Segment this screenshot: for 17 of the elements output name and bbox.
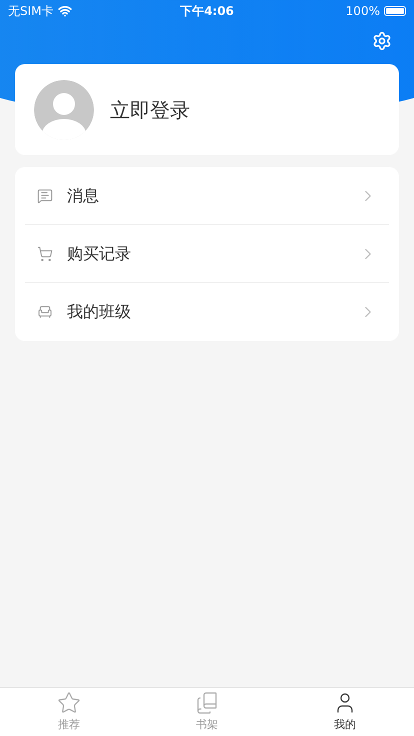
menu-item[interactable]: 购买记录	[25, 225, 389, 283]
message-icon	[37, 188, 53, 204]
avatar-icon	[34, 80, 94, 140]
sofa-icon	[37, 304, 53, 320]
profile-card[interactable]: 立即登录	[15, 64, 399, 155]
books-icon	[195, 690, 219, 715]
battery-icon	[384, 6, 406, 16]
wifi-icon	[58, 4, 72, 18]
menu-item[interactable]: 消息	[25, 167, 389, 225]
star-icon	[57, 690, 81, 715]
login-label: 立即登录	[110, 96, 190, 124]
tab-item[interactable]: 我的	[276, 688, 414, 736]
battery-percent: 100%	[346, 3, 380, 20]
cart-icon	[37, 246, 53, 262]
menu-item[interactable]: 我的班级	[25, 283, 389, 341]
status-time: 下午4:06	[180, 3, 234, 20]
carrier-label: 无SIM卡	[8, 3, 54, 20]
